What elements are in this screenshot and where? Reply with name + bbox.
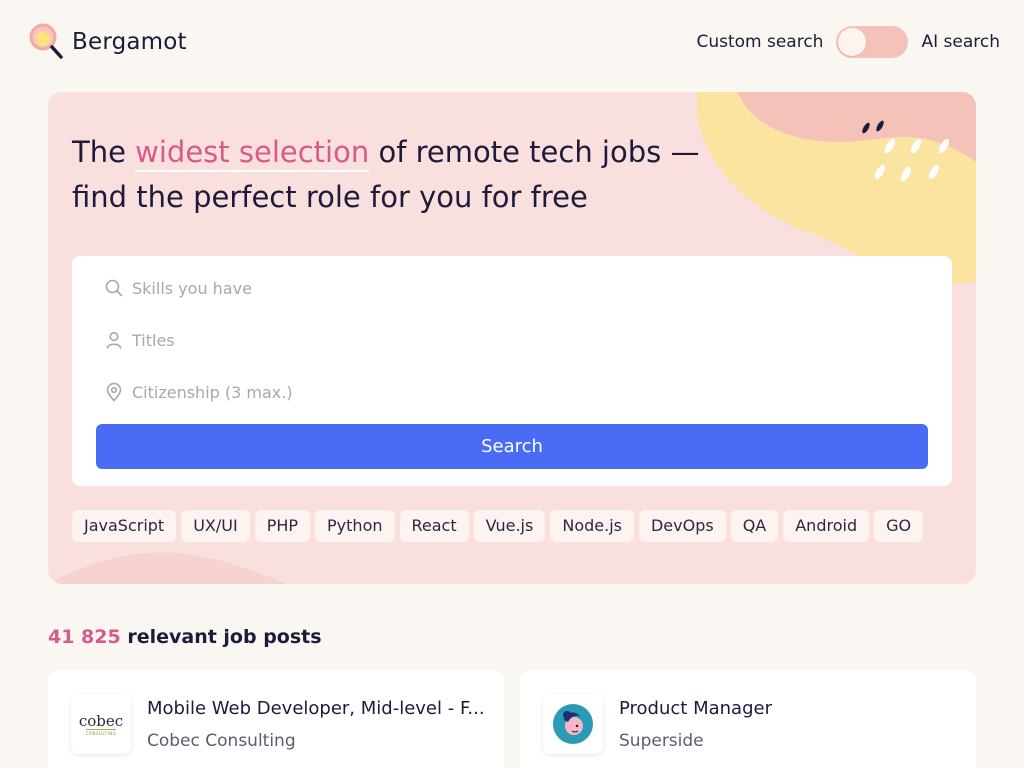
brand-name: Bergamot [72, 29, 187, 55]
search-form: Search [72, 256, 952, 486]
results-label: relevant job posts [120, 626, 322, 648]
job-company[interactable]: Cobec Consulting [147, 731, 296, 751]
tag-python[interactable]: Python [315, 510, 395, 542]
tag-qa[interactable]: QA [730, 510, 779, 542]
search-mode-toggle-group: Custom search AI search [696, 26, 1000, 58]
skill-tags: JavaScript UX/UI PHP Python React Vue.js… [72, 510, 928, 542]
tag-devops[interactable]: DevOps [638, 510, 726, 542]
tag-android[interactable]: Android [783, 510, 870, 542]
tag-go[interactable]: GO [874, 510, 924, 542]
titles-input[interactable] [132, 330, 832, 350]
hero-headline: The widest selection of remote tech jobs… [72, 130, 752, 220]
tag-nodejs[interactable]: Node.js [550, 510, 634, 542]
titles-field [104, 325, 924, 355]
headline-prefix: The [72, 135, 136, 169]
toggle-knob [838, 28, 867, 56]
superside-avatar-icon [553, 704, 593, 744]
citizenship-input[interactable] [132, 382, 832, 402]
hero-section: The widest selection of remote tech jobs… [48, 92, 976, 584]
results-number: 41 825 [48, 626, 121, 648]
skills-input[interactable] [132, 278, 832, 298]
search-button[interactable]: Search [96, 424, 928, 469]
location-pin-icon [104, 382, 124, 402]
company-logo: cobec CONSULTING [71, 694, 131, 754]
job-card[interactable]: Product Manager Superside [520, 670, 976, 768]
skills-field [104, 273, 924, 303]
tag-ux-ui[interactable]: UX/UI [181, 510, 250, 542]
job-company[interactable]: Superside [619, 731, 704, 751]
header: Bergamot Custom search AI search [0, 0, 1024, 84]
ai-search-label[interactable]: AI search [921, 32, 1000, 52]
company-logo [543, 694, 603, 754]
tag-react[interactable]: React [399, 510, 469, 542]
job-card[interactable]: cobec CONSULTING Mobile Web Developer, M… [48, 670, 504, 768]
tag-php[interactable]: PHP [254, 510, 311, 542]
tag-javascript[interactable]: JavaScript [72, 510, 177, 542]
logo[interactable]: Bergamot [28, 22, 187, 62]
tag-vuejs[interactable]: Vue.js [473, 510, 546, 542]
citizenship-field [104, 377, 924, 407]
search-mode-toggle[interactable] [836, 26, 909, 58]
person-icon [104, 330, 124, 350]
cobec-logo-subtext: CONSULTING [85, 728, 117, 736]
custom-search-label[interactable]: Custom search [696, 32, 823, 52]
job-title[interactable]: Mobile Web Developer, Mid-level - F... [147, 698, 487, 719]
headline-highlight: widest selection [135, 135, 370, 172]
job-title[interactable]: Product Manager [619, 698, 959, 719]
cobec-logo-text: cobec [78, 711, 124, 730]
results-count: 41 825 relevant job posts [48, 626, 322, 648]
search-icon [104, 278, 124, 298]
bergamot-logo-icon [28, 22, 66, 62]
